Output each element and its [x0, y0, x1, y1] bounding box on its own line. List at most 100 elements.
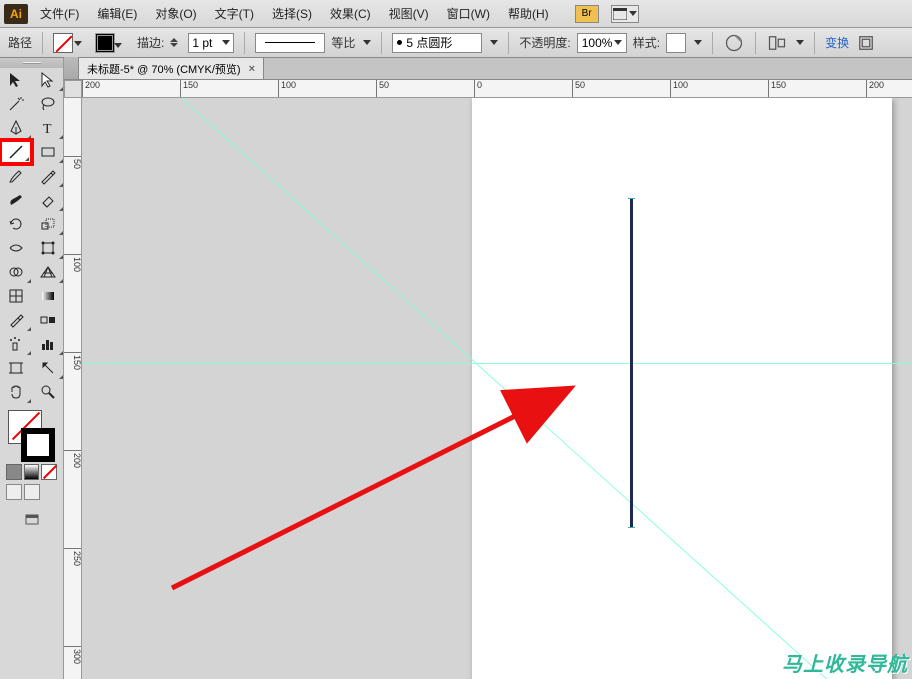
chevron-down-icon	[114, 43, 122, 48]
gradient-tool[interactable]	[32, 284, 64, 308]
ruler-vertical[interactable]: 50 100 150 200 250 300	[64, 98, 82, 679]
separator	[508, 32, 509, 54]
stroke-width-spinner[interactable]	[170, 38, 178, 47]
blend-tool[interactable]	[32, 308, 64, 332]
watermark: 马上收录导航	[782, 648, 908, 677]
ruler-tick: 200	[82, 80, 100, 98]
menu-view[interactable]: 视图(V)	[383, 3, 435, 24]
tool-panel: T	[0, 58, 64, 679]
separator	[712, 32, 713, 54]
document-tab[interactable]: 未标题-5* @ 70% (CMYK/预览) ×	[78, 57, 264, 79]
ruler-tick: 50	[376, 80, 389, 98]
free-transform-tool[interactable]	[32, 236, 64, 260]
brush-name: 5 点圆形	[406, 34, 452, 51]
stroke-swatch[interactable]	[95, 33, 115, 53]
fill-swatch[interactable]	[53, 33, 73, 53]
canvas[interactable]	[82, 98, 912, 679]
scale-tool[interactable]	[32, 212, 64, 236]
ruler-tick: 150	[768, 80, 786, 98]
menu-window[interactable]: 窗口(W)	[441, 3, 496, 24]
menu-select[interactable]: 选择(S)	[266, 3, 318, 24]
menu-file[interactable]: 文件(F)	[34, 3, 85, 24]
menu-edit[interactable]: 编辑(E)	[91, 3, 143, 24]
ruler-tick: 200	[866, 80, 884, 98]
fill-stroke-indicator[interactable]	[8, 410, 55, 462]
chevron-down-icon	[490, 40, 498, 45]
slice-tool[interactable]	[32, 356, 64, 380]
pencil-tool[interactable]	[32, 164, 64, 188]
tab-grip[interactable]	[64, 57, 78, 79]
screen-mode-normal[interactable]	[6, 484, 22, 500]
transform-link[interactable]: 变换	[825, 34, 849, 51]
recolor-icon[interactable]	[723, 32, 745, 54]
ruler-tick: 300	[64, 646, 82, 664]
chevron-down-icon	[222, 40, 230, 45]
scale-label: 等比	[331, 34, 355, 51]
ruler-horizontal[interactable]: 200 150 100 50 0 50 100 150 200	[82, 80, 912, 98]
change-screen-mode[interactable]	[0, 508, 63, 532]
stroke-indicator[interactable]	[21, 428, 55, 462]
panel-grip[interactable]	[0, 58, 63, 68]
close-icon[interactable]: ×	[249, 63, 255, 75]
chevron-down-icon	[694, 40, 702, 45]
magic-wand-tool[interactable]	[0, 92, 32, 116]
variable-width-profile[interactable]	[255, 33, 325, 53]
line-object[interactable]	[630, 198, 633, 528]
opacity-input[interactable]: 100%	[577, 33, 627, 53]
brush-definition[interactable]: 5 点圆形	[392, 33, 482, 53]
zoom-tool[interactable]	[32, 380, 64, 404]
menu-object[interactable]: 对象(O)	[149, 3, 202, 24]
paintbrush-tool[interactable]	[0, 164, 32, 188]
chevron-down-icon	[363, 40, 371, 45]
column-graph-tool[interactable]	[32, 332, 64, 356]
eraser-tool[interactable]	[32, 188, 64, 212]
menu-effect[interactable]: 效果(C)	[324, 3, 377, 24]
opacity-label[interactable]: 不透明度:	[519, 34, 570, 51]
type-tool[interactable]: T	[32, 116, 64, 140]
document-tab-title: 未标题-5* @ 70% (CMYK/预览)	[87, 61, 241, 77]
pen-tool[interactable]	[0, 116, 32, 140]
ruler-tick: 100	[278, 80, 296, 98]
blob-brush-tool[interactable]	[0, 188, 32, 212]
chevron-down-icon	[614, 40, 622, 45]
color-mode-btn[interactable]	[6, 464, 22, 480]
svg-text:T: T	[43, 122, 52, 137]
width-tool[interactable]	[0, 236, 32, 260]
workspace-switcher[interactable]	[611, 5, 639, 23]
align-icon[interactable]	[766, 32, 788, 54]
ruler-origin[interactable]	[64, 80, 82, 98]
ruler-tick: 250	[64, 548, 82, 566]
separator	[42, 32, 43, 54]
perspective-grid-tool[interactable]	[32, 260, 64, 284]
direct-selection-tool[interactable]	[32, 68, 64, 92]
guide-horizontal[interactable]	[82, 363, 912, 364]
brush-dot-icon	[397, 40, 402, 45]
graphic-style[interactable]	[666, 33, 686, 53]
document-area: 未标题-5* @ 70% (CMYK/预览) × 200 150 100 50 …	[64, 58, 912, 679]
separator	[814, 32, 815, 54]
menu-type[interactable]: 文字(T)	[209, 3, 260, 24]
rectangle-tool[interactable]	[32, 140, 64, 164]
shape-builder-tool[interactable]	[0, 260, 32, 284]
menu-bar: Ai 文件(F) 编辑(E) 对象(O) 文字(T) 选择(S) 效果(C) 视…	[0, 0, 912, 28]
gradient-mode-btn[interactable]	[24, 464, 40, 480]
eyedropper-tool[interactable]	[0, 308, 32, 332]
rotate-tool[interactable]	[0, 212, 32, 236]
selection-tool[interactable]	[0, 68, 32, 92]
isolate-icon[interactable]	[855, 32, 877, 54]
artboard-tool[interactable]	[0, 356, 32, 380]
line-segment-tool[interactable]	[0, 140, 32, 164]
app-logo: Ai	[4, 4, 28, 24]
none-mode-btn[interactable]	[41, 464, 57, 480]
lasso-tool[interactable]	[32, 92, 64, 116]
stroke-width-input[interactable]: 1 pt	[188, 33, 234, 53]
mesh-tool[interactable]	[0, 284, 32, 308]
hand-tool[interactable]	[0, 380, 32, 404]
separator	[755, 32, 756, 54]
symbol-sprayer-tool[interactable]	[0, 332, 32, 356]
menu-help[interactable]: 帮助(H)	[502, 3, 555, 24]
options-bar: 路径 描边: 1 pt 等比 5 点圆形 不透明度: 100% 样式: 变换	[0, 28, 912, 58]
bridge-button[interactable]: Br	[575, 5, 599, 23]
stroke-width-value: 1 pt	[192, 36, 212, 50]
screen-mode-full[interactable]	[24, 484, 40, 500]
